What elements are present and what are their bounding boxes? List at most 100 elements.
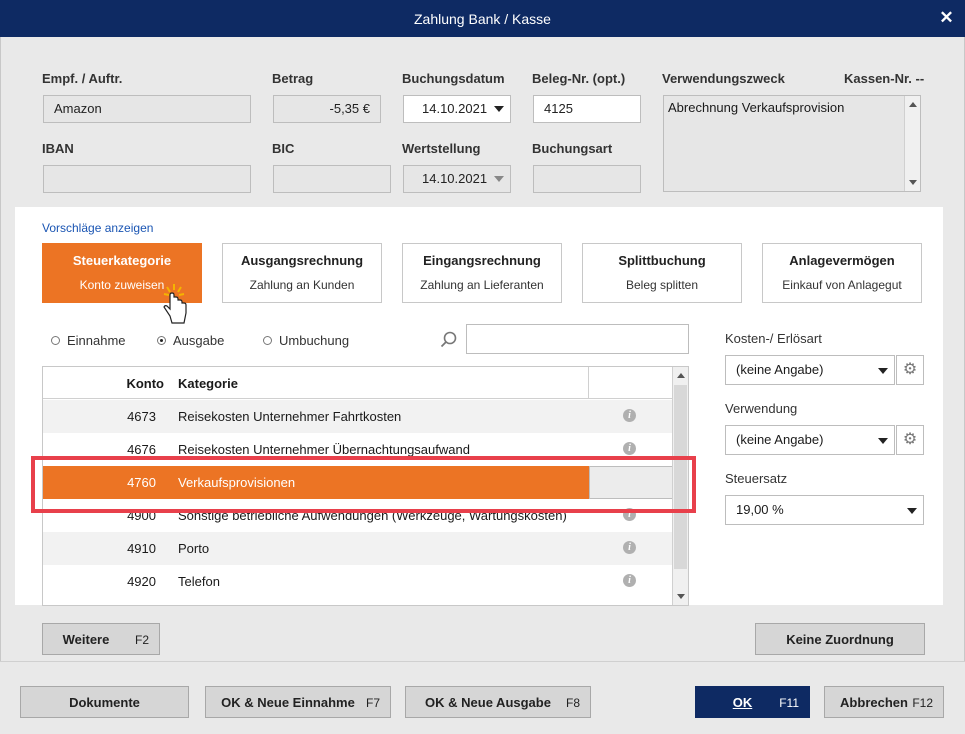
value-date-value: 14.10.2021	[422, 171, 488, 186]
category-cell: Verkaufsprovisionen	[178, 475, 296, 490]
radio-circle	[263, 336, 272, 345]
tax-rate-label: Steuersatz	[725, 471, 788, 486]
radio-label: Ausgabe	[173, 333, 225, 348]
value-date-dropdown[interactable]: 14.10.2021	[403, 165, 511, 193]
account-cell: 4676	[127, 442, 156, 457]
receipt-number-field[interactable]: 4125	[533, 95, 641, 123]
ok-new-income-key: F7	[365, 696, 380, 710]
tab-fixed-assets[interactable]: Anlagevermögen Einkauf von Anlagegut	[762, 243, 922, 303]
booking-date-dropdown[interactable]: 14.10.2021	[403, 95, 511, 123]
account-cell: 4920	[127, 574, 156, 589]
table-scrollbar[interactable]	[672, 367, 688, 605]
table-header: Konto Kategorie	[43, 367, 673, 399]
account-cell: 4900	[127, 508, 156, 523]
radio-circle	[51, 336, 60, 345]
column-header-account[interactable]: Konto	[43, 376, 164, 391]
radio-transfer[interactable]: Umbuchung	[263, 333, 349, 348]
purpose-textarea[interactable]: Abrechnung Verkaufsprovision	[663, 95, 921, 192]
no-assignment-button[interactable]: Keine Zuordnung	[755, 623, 925, 655]
payee-label: Empf. / Auftr.	[42, 71, 123, 86]
table-row-selected[interactable]: 4760 Verkaufsprovisionen	[43, 466, 673, 499]
scroll-up-icon[interactable]	[673, 367, 688, 383]
ok-new-expense-button[interactable]: OK & Neue Ausgabe F8	[405, 686, 591, 718]
tab-incoming-invoice[interactable]: Eingangsrechnung Zahlung an Lieferanten	[402, 243, 562, 303]
category-cell: Sonstige betriebliche Aufwendungen (Werk…	[178, 508, 567, 523]
category-cell: Telefon	[178, 574, 220, 589]
info-icon[interactable]: i	[623, 574, 636, 587]
payee-field[interactable]: Amazon	[43, 95, 251, 123]
value-date-label: Wertstellung	[402, 141, 481, 156]
booking-date-label: Buchungsdatum	[402, 71, 505, 86]
selected-row-info-cell	[589, 466, 673, 499]
assignment-panel: Vorschläge anzeigen Steuerkategorie Kont…	[15, 207, 943, 606]
table-row[interactable]: 4900 Sonstige betriebliche Aufwendungen …	[43, 499, 673, 532]
radio-label: Umbuchung	[279, 333, 350, 348]
cost-type-dropdown[interactable]: (keine Angabe)	[725, 355, 895, 385]
ok-button[interactable]: OK F11	[695, 686, 810, 718]
info-icon[interactable]: i	[623, 508, 636, 521]
scroll-down-icon[interactable]	[673, 589, 688, 605]
usage-dropdown[interactable]: (keine Angabe)	[725, 425, 895, 455]
column-divider	[588, 367, 589, 399]
usage-value: (keine Angabe)	[736, 432, 824, 447]
bic-label: BIC	[272, 141, 295, 156]
chevron-down-icon	[907, 508, 917, 514]
info-icon[interactable]: i	[623, 409, 636, 422]
no-assignment-label: Keine Zuordnung	[786, 632, 894, 647]
amount-field[interactable]: -5,35 €	[273, 95, 381, 123]
ok-new-expense-key: F8	[565, 696, 580, 710]
radio-circle	[157, 336, 166, 345]
scroll-down-icon[interactable]	[905, 175, 920, 191]
category-cell: Porto	[178, 541, 210, 556]
table-row[interactable]: 4676 Reisekosten Unternehmer Übernachtun…	[43, 433, 673, 466]
window-title: Zahlung Bank / Kasse	[414, 11, 551, 27]
radio-label: Einnahme	[67, 333, 126, 348]
tab-subtitle: Zahlung an Lieferanten	[420, 278, 544, 292]
ok-key: F11	[779, 696, 799, 710]
table-row[interactable]: 4920 Telefon i	[43, 565, 673, 598]
more-button[interactable]: Weitere F2	[42, 623, 160, 655]
radio-income[interactable]: Einnahme	[51, 333, 126, 348]
cancel-button[interactable]: Abbrechen F12	[824, 686, 944, 718]
close-icon[interactable]: ✕	[928, 0, 965, 37]
search-icon	[440, 331, 457, 348]
tab-subtitle: Zahlung an Kunden	[249, 278, 355, 292]
account-cell: 4760	[127, 475, 156, 490]
chevron-down-icon	[878, 368, 888, 374]
booking-type-field[interactable]	[533, 165, 641, 193]
iban-field[interactable]	[43, 165, 251, 193]
purpose-scrollbar[interactable]	[904, 96, 920, 191]
column-header-category[interactable]: Kategorie	[178, 376, 238, 391]
show-suggestions-link[interactable]: Vorschläge anzeigen	[42, 221, 153, 235]
tab-subtitle: Konto zuweisen	[79, 278, 165, 292]
tax-rate-dropdown[interactable]: 19,00 %	[725, 495, 924, 525]
gear-icon[interactable]: ⚙	[896, 355, 924, 385]
purpose-text: Abrechnung Verkaufsprovision	[668, 100, 845, 115]
account-cell: 4910	[127, 541, 156, 556]
table-row[interactable]: 4910 Porto i	[43, 532, 673, 565]
amount-label: Betrag	[272, 71, 314, 86]
bic-field[interactable]	[273, 165, 391, 193]
ok-new-income-button[interactable]: OK & Neue Einnahme F7	[205, 686, 391, 718]
tab-title: Ausgangsrechnung	[240, 253, 364, 268]
gear-icon[interactable]: ⚙	[896, 425, 924, 455]
tab-outgoing-invoice[interactable]: Ausgangsrechnung Zahlung an Kunden	[222, 243, 382, 303]
tax-rate-value: 19,00 %	[736, 502, 784, 517]
info-icon[interactable]: i	[623, 442, 636, 455]
tab-subtitle: Beleg splitten	[625, 278, 699, 292]
documents-label: Dokumente	[69, 695, 140, 710]
chevron-down-icon	[494, 176, 504, 182]
tab-tax-category[interactable]: Steuerkategorie Konto zuweisen	[42, 243, 202, 303]
dialog-body: Empf. / Auftr. Betrag Buchungsdatum Bele…	[0, 37, 965, 734]
scroll-up-icon[interactable]	[905, 96, 920, 112]
receipt-label: Beleg-Nr. (opt.)	[532, 71, 626, 86]
table-row[interactable]: 4673 Reisekosten Unternehmer Fahrtkosten…	[43, 400, 673, 433]
search-input[interactable]	[466, 324, 689, 354]
tab-split-booking[interactable]: Splittbuchung Beleg splitten	[582, 243, 742, 303]
tab-title: Splittbuchung	[618, 253, 706, 268]
documents-button[interactable]: Dokumente	[20, 686, 189, 718]
scroll-thumb[interactable]	[674, 385, 687, 569]
radio-expense[interactable]: Ausgabe	[157, 333, 224, 348]
tab-subtitle: Einkauf von Anlagegut	[782, 278, 902, 292]
info-icon[interactable]: i	[623, 541, 636, 554]
